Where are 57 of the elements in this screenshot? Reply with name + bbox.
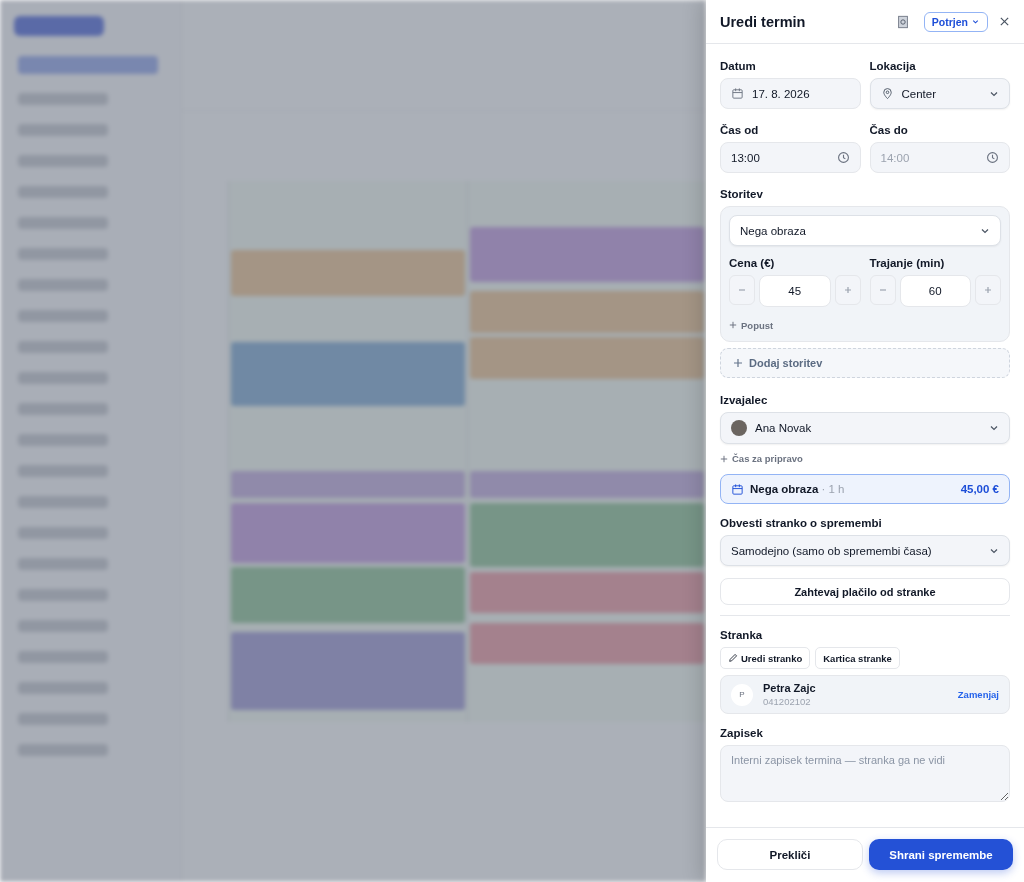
decrease-button[interactable] [729,275,755,305]
field-label: Čas do [869,124,909,136]
cancel-button[interactable]: Prekliči [717,839,863,870]
number-field[interactable]: 60 [899,275,971,307]
pencil-icon [728,653,738,663]
field-label: Čas od [720,124,760,136]
chevron-down-icon [989,423,999,433]
add-service-button[interactable]: Dodaj storitev [720,348,1010,378]
calendar-icon [731,87,744,100]
notify-select[interactable]: Samodejno (samo ob spremembi časa) [720,535,1010,566]
discount-link[interactable]: Popust [729,319,774,331]
field-label: Trajanje (min) [869,257,946,269]
field-label: Lokacija [869,60,917,72]
plus-icon [729,321,737,329]
field-label: Stranka [720,629,764,641]
clock-icon [986,151,999,164]
number-field[interactable]: 45 [759,275,831,307]
client-avatar: P [731,683,753,706]
location-select[interactable]: Center [869,78,1010,109]
status-dropdown[interactable]: Potrjen [923,11,988,32]
avatar-photo-placeholder [731,420,747,436]
date-field[interactable]: 17. 8. 2026 [720,78,861,109]
summary-price: 45,00 € [960,483,999,495]
save-button[interactable]: Shrani spremembe [869,839,1013,870]
plus-icon [842,285,853,295]
field-label: Izvajalec [720,394,769,406]
summary-service-name: Nega obraza [750,483,819,495]
increase-button[interactable] [834,275,861,305]
field-label: Datum [720,60,757,72]
summary-duration: · 1 h [821,483,846,495]
client-name: Petra Zajc [763,682,817,694]
caret-icon [971,17,980,26]
field-label: Cena (€) [729,257,776,269]
staff-select[interactable]: Ana Novak [720,412,1010,444]
prep-time-link[interactable]: Čas za pripravo [720,453,1010,464]
edit-client-button[interactable]: Uredi stranko [720,647,811,669]
plus-icon [720,454,728,463]
request-payment-button[interactable]: Zahtevaj plačilo od stranke [720,578,1010,605]
field-label: Obvesti stranko o spremembi [720,517,883,529]
service-select[interactable]: Nega obraza [729,215,1001,246]
note-field[interactable]: Interni zapisek termina — stranka ga ne vidi [720,745,1010,802]
time-field[interactable]: 13:00 [720,142,861,173]
field-label: Zapisek [720,727,764,739]
plus-icon [733,358,743,368]
location-pin-icon [880,87,894,100]
close-icon[interactable] [999,16,1010,27]
plus-icon [983,285,993,295]
banknote-icon[interactable] [895,14,910,29]
panel-title: Uredi termin [720,13,807,30]
replace-link[interactable]: Zamenjaj [957,689,999,700]
clock-icon [836,151,850,164]
increase-button[interactable] [975,275,1001,305]
calendar-icon [731,482,744,496]
client-phone: 041202102 [763,696,812,707]
client-card-button[interactable]: Kartica stranke [815,647,900,669]
field-label: Storitev [720,188,764,200]
decrease-button[interactable] [869,275,896,305]
